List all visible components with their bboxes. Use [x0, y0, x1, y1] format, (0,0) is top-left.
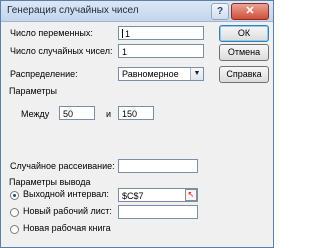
- output-range-radio[interactable]: [10, 191, 19, 200]
- output-range-label: Выходной интервал:: [23, 189, 109, 199]
- close-button[interactable]: ✕: [231, 3, 269, 20]
- random-seed-label: Случайное рассеивание:: [10, 161, 115, 171]
- collapse-dialog-icon[interactable]: ↖: [185, 189, 197, 201]
- distribution-select[interactable]: Равномерное ▼: [118, 67, 204, 81]
- cancel-button[interactable]: Отмена: [219, 44, 269, 61]
- num-vars-input[interactable]: 1: [118, 26, 204, 40]
- text-caret: [122, 29, 123, 38]
- parameters-label: Параметры: [9, 86, 57, 96]
- new-workbook-radio[interactable]: [10, 225, 19, 234]
- random-seed-input[interactable]: [118, 159, 198, 173]
- num-random-label: Число случайных чисел:: [10, 46, 113, 56]
- dialog-body: Число переменных: 1 Число случайных чисе…: [1, 22, 273, 247]
- new-sheet-radio[interactable]: [10, 208, 19, 217]
- new-sheet-label: Новый рабочий лист:: [23, 206, 112, 216]
- num-vars-label: Число переменных:: [10, 28, 93, 38]
- help-button[interactable]: Справка: [219, 66, 269, 83]
- dialog-title: Генерация случайных чисел: [7, 5, 139, 16]
- distribution-label: Распределение:: [10, 69, 78, 79]
- random-number-generation-dialog: Генерация случайных чисел ? ✕ Число пере…: [0, 0, 274, 248]
- ok-button[interactable]: ОК: [219, 25, 269, 42]
- and-label: и: [106, 109, 112, 119]
- new-sheet-input[interactable]: [118, 205, 198, 219]
- output-parameters-label: Параметры вывода: [9, 177, 91, 187]
- between-to-input[interactable]: 150: [118, 106, 154, 120]
- distribution-value: Равномерное: [122, 69, 179, 79]
- new-workbook-label: Новая рабочая книга: [23, 223, 111, 233]
- chevron-down-icon[interactable]: ▼: [190, 68, 203, 80]
- num-random-input[interactable]: 1: [118, 44, 204, 58]
- between-from-input[interactable]: 50: [59, 106, 95, 120]
- help-icon[interactable]: ?: [211, 3, 229, 20]
- title-bar: Генерация случайных чисел ? ✕: [1, 1, 273, 22]
- between-label: Между: [21, 109, 50, 119]
